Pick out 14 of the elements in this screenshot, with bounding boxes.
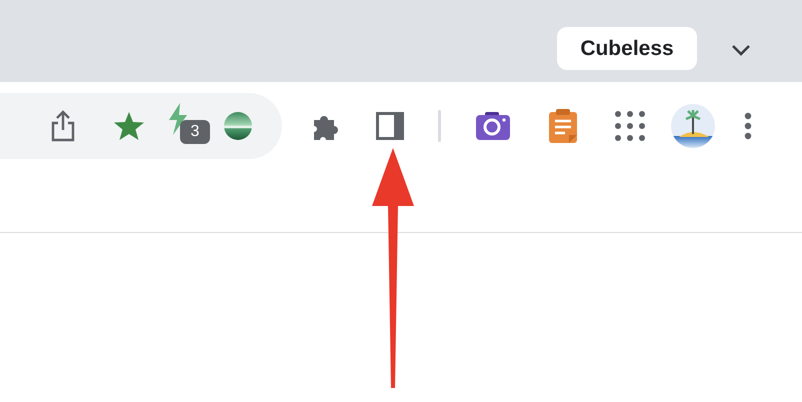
notepad-icon[interactable] — [549, 109, 577, 143]
extension-icon[interactable] — [223, 111, 253, 141]
avatar-icon[interactable] — [671, 104, 715, 148]
extension-button[interactable]: 3 — [167, 103, 211, 149]
profile-chip[interactable]: Cubeless — [557, 27, 697, 70]
side-panel-icon[interactable] — [376, 112, 404, 140]
lightning-icon — [167, 103, 189, 135]
share-icon[interactable] — [50, 110, 76, 142]
star-icon[interactable] — [114, 112, 144, 140]
camera-icon[interactable] — [476, 112, 510, 140]
count-badge: 3 — [180, 120, 210, 144]
apps-grid-icon[interactable] — [614, 110, 646, 142]
address-bar[interactable]: 3 — [0, 93, 282, 159]
more-menu-icon[interactable] — [744, 112, 752, 140]
